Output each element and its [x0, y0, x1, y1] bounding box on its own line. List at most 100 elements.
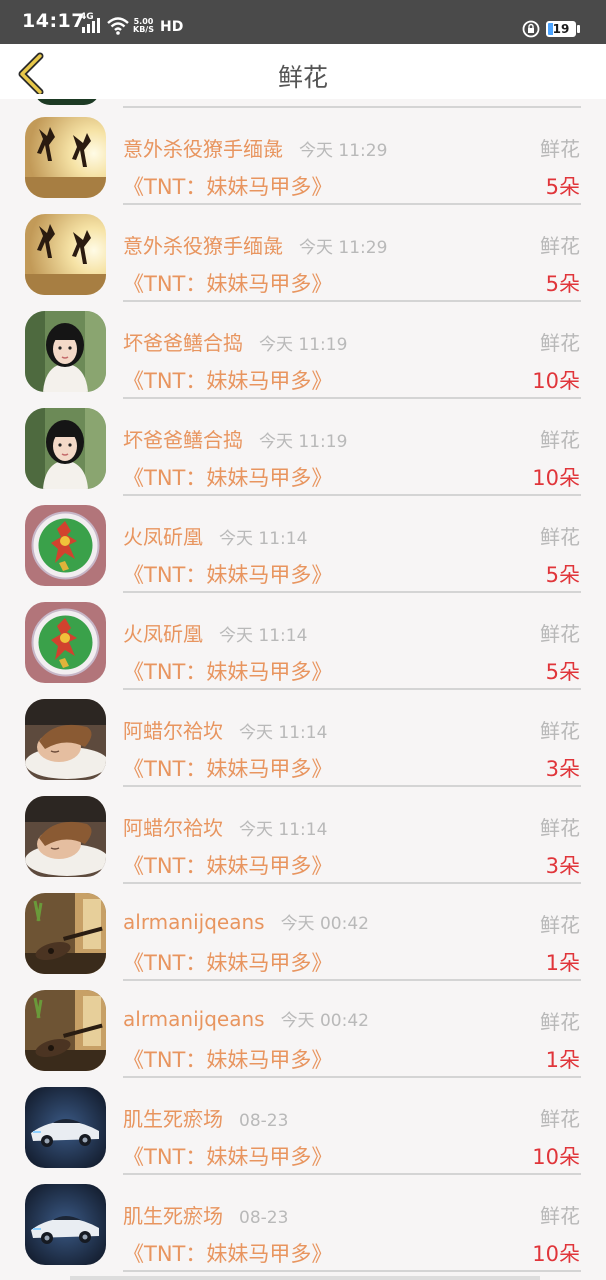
flower-list[interactable]: 意外杀役獠手缅彘 今天 11:29 鲜花 《TNT：妹妹马甲多》 5朵 意外杀役獠… [0, 99, 606, 1280]
sender-name-text: 意外杀役獠手缅彘 [123, 234, 283, 258]
list-item[interactable]: 火凤斫凰 今天 11:14 鲜花 《TNT：妹妹马甲多》 5朵 [0, 584, 606, 690]
sender-name-text: 坏爸爸鳝合捣 [123, 428, 243, 452]
divider [123, 1270, 581, 1272]
status-bar: 14:17 4G 5.00 KB/S HD 19 [0, 0, 606, 44]
girl-portrait-image [25, 408, 106, 489]
gift-type: 鲜花 [540, 1204, 580, 1228]
timestamp: 08-23 [239, 1111, 289, 1131]
battery-tip [577, 25, 580, 33]
avatar[interactable] [25, 311, 106, 392]
guitar-image [25, 990, 106, 1071]
timestamp: 今天 00:42 [280, 914, 369, 934]
guitar-image [25, 893, 106, 974]
sender-name: 火凤斫凰 今天 11:14 [123, 618, 307, 647]
list-item[interactable]: 坏爸爸鳝合捣 今天 11:19 鲜花 《TNT：妹妹马甲多》 10朵 [0, 390, 606, 496]
battery-icon: 19 [546, 21, 576, 37]
sender-name: 坏爸爸鳝合捣 今天 11:19 [123, 327, 347, 356]
sender-name-text: 肌生死瘀场 [123, 1204, 223, 1228]
avatar[interactable] [25, 408, 106, 489]
avatar[interactable] [25, 602, 106, 683]
avatar[interactable] [25, 117, 106, 198]
list-item[interactable]: 意外杀役獠手缅彘 今天 11:29 鲜花 《TNT：妹妹马甲多》 5朵 [0, 99, 606, 205]
sender-name: alrmanijqeans 今天 00:42 [123, 909, 369, 934]
sleeping-child-image [25, 699, 106, 780]
avatar[interactable] [25, 990, 106, 1071]
timestamp: 今天 11:14 [239, 820, 328, 840]
sender-name: 火凤斫凰 今天 11:14 [123, 521, 307, 550]
sender-name: 肌生死瘀场 08-23 [123, 1200, 288, 1229]
jumping-silhouettes-image [25, 214, 106, 295]
gift-type: 鲜花 [540, 719, 580, 743]
list-item[interactable]: 肌生死瘀场 08-23 鲜花 《TNT：妹妹马甲多》 10朵 [0, 1166, 606, 1272]
flower-emblem-image [25, 602, 106, 683]
hd-indicator: HD [160, 19, 184, 35]
sender-name: 阿蜡尔祫坎 今天 11:14 [123, 812, 327, 841]
list-item[interactable]: 火凤斫凰 今天 11:14 鲜花 《TNT：妹妹马甲多》 5朵 [0, 487, 606, 593]
gift-type: 鲜花 [540, 1010, 580, 1034]
timestamp: 今天 11:14 [219, 626, 308, 646]
sender-name: 意外杀役獠手缅彘 今天 11:29 [123, 230, 387, 259]
gift-type: 鲜花 [540, 137, 580, 161]
rotation-lock-icon [522, 20, 540, 38]
sender-name-text: alrmanijqeans [123, 1007, 265, 1031]
gift-type: 鲜花 [540, 622, 580, 646]
sender-name: 意外杀役獠手缅彘 今天 11:29 [123, 133, 387, 162]
avatar[interactable] [25, 214, 106, 295]
list-item[interactable]: 阿蜡尔祫坎 今天 11:14 鲜花 《TNT：妹妹马甲多》 3朵 [0, 681, 606, 787]
timestamp: 今天 11:19 [259, 432, 348, 452]
sender-name-text: 意外杀役獠手缅彘 [123, 137, 283, 161]
timestamp: 今天 11:29 [299, 141, 388, 161]
timestamp: 今天 11:14 [219, 529, 308, 549]
sender-name: 坏爸爸鳝合捣 今天 11:19 [123, 424, 347, 453]
network-speed: 5.00 KB/S [133, 17, 154, 34]
gift-type: 鲜花 [540, 816, 580, 840]
sender-name: alrmanijqeans 今天 00:42 [123, 1006, 369, 1031]
page-title: 鲜花 [277, 63, 328, 92]
sender-name: 肌生死瘀场 08-23 [123, 1103, 288, 1132]
title-bar: 鲜花 [0, 44, 606, 99]
sender-name-text: 火凤斫凰 [123, 622, 203, 646]
avatar[interactable] [25, 505, 106, 586]
avatar[interactable] [25, 796, 106, 877]
timestamp: 今天 00:42 [280, 1011, 369, 1031]
sender-name-text: 肌生死瘀场 [123, 1107, 223, 1131]
wifi-icon [107, 17, 129, 35]
flower-emblem-image [25, 505, 106, 586]
timestamp: 今天 11:19 [259, 335, 348, 355]
sender-name-text: 火凤斫凰 [123, 525, 203, 549]
flower-count: 10朵 [532, 1242, 580, 1266]
sports-car-image [25, 1087, 106, 1168]
girl-portrait-image [25, 311, 106, 392]
sender-name-text: 阿蜡尔祫坎 [123, 719, 223, 743]
list-item[interactable]: alrmanijqeans 今天 00:42 鲜花 《TNT：妹妹马甲多》 1朵 [0, 875, 606, 981]
status-time: 14:17 [22, 10, 85, 32]
timestamp: 今天 11:14 [239, 723, 328, 743]
sender-name-text: alrmanijqeans [123, 910, 265, 934]
sender-name-text: 阿蜡尔祫坎 [123, 816, 223, 840]
gift-type: 鲜花 [540, 428, 580, 452]
gift-type: 鲜花 [540, 525, 580, 549]
gift-type: 鲜花 [540, 1107, 580, 1131]
gift-type: 鲜花 [540, 913, 580, 937]
sender-name: 阿蜡尔祫坎 今天 11:14 [123, 715, 327, 744]
list-item[interactable]: 肌生死瘀场 08-23 鲜花 《TNT：妹妹马甲多》 10朵 [0, 1069, 606, 1175]
timestamp: 08-23 [239, 1208, 289, 1228]
gift-type: 鲜花 [540, 234, 580, 258]
book-title: 《TNT：妹妹马甲多》 [123, 1242, 333, 1266]
sender-name-text: 坏爸爸鳝合捣 [123, 331, 243, 355]
list-item[interactable]: 阿蜡尔祫坎 今天 11:14 鲜花 《TNT：妹妹马甲多》 3朵 [0, 778, 606, 884]
sleeping-child-image [25, 796, 106, 877]
avatar[interactable] [25, 699, 106, 780]
avatar[interactable] [25, 893, 106, 974]
list-item[interactable]: 意外杀役獠手缅彘 今天 11:29 鲜花 《TNT：妹妹马甲多》 5朵 [0, 196, 606, 302]
avatar[interactable] [25, 1087, 106, 1168]
list-item[interactable]: 坏爸爸鳝合捣 今天 11:19 鲜花 《TNT：妹妹马甲多》 10朵 [0, 293, 606, 399]
sports-car-image [25, 1184, 106, 1265]
timestamp: 今天 11:29 [299, 238, 388, 258]
jumping-silhouettes-image [25, 117, 106, 198]
list-item[interactable]: alrmanijqeans 今天 00:42 鲜花 《TNT：妹妹马甲多》 1朵 [0, 972, 606, 1078]
avatar[interactable] [25, 1184, 106, 1265]
cellular-signal-icon [82, 18, 100, 33]
bottom-edge-bar [70, 1276, 540, 1280]
gift-type: 鲜花 [540, 331, 580, 355]
